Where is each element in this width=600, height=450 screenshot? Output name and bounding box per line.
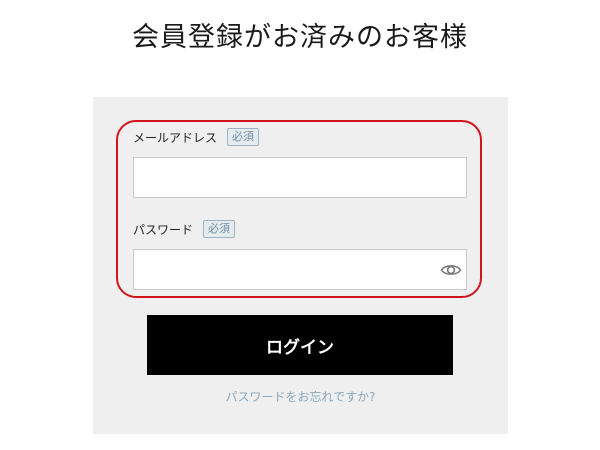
- email-label-text: メールアドレス: [133, 130, 218, 145]
- email-field[interactable]: [133, 157, 467, 198]
- email-label: メールアドレス 必須: [133, 128, 260, 146]
- login-panel: メールアドレス 必須 パスワード 必須 ログイン パスワードをお忘れですか?: [93, 97, 508, 434]
- login-button[interactable]: ログイン: [147, 315, 453, 375]
- login-page: 会員登録がお済みのお客様 メールアドレス 必須 パスワード 必須 ログイン パス…: [0, 0, 600, 450]
- password-required-badge: 必須: [203, 220, 236, 238]
- password-label: パスワード 必須: [133, 220, 236, 238]
- page-title: 会員登録がお済みのお客様: [132, 22, 468, 53]
- forgot-password-link[interactable]: パスワードをお忘れですか?: [93, 388, 508, 405]
- email-required-badge: 必須: [227, 128, 260, 146]
- password-field[interactable]: [133, 249, 467, 290]
- eye-icon[interactable]: [440, 260, 462, 280]
- password-label-text: パスワード: [133, 222, 194, 237]
